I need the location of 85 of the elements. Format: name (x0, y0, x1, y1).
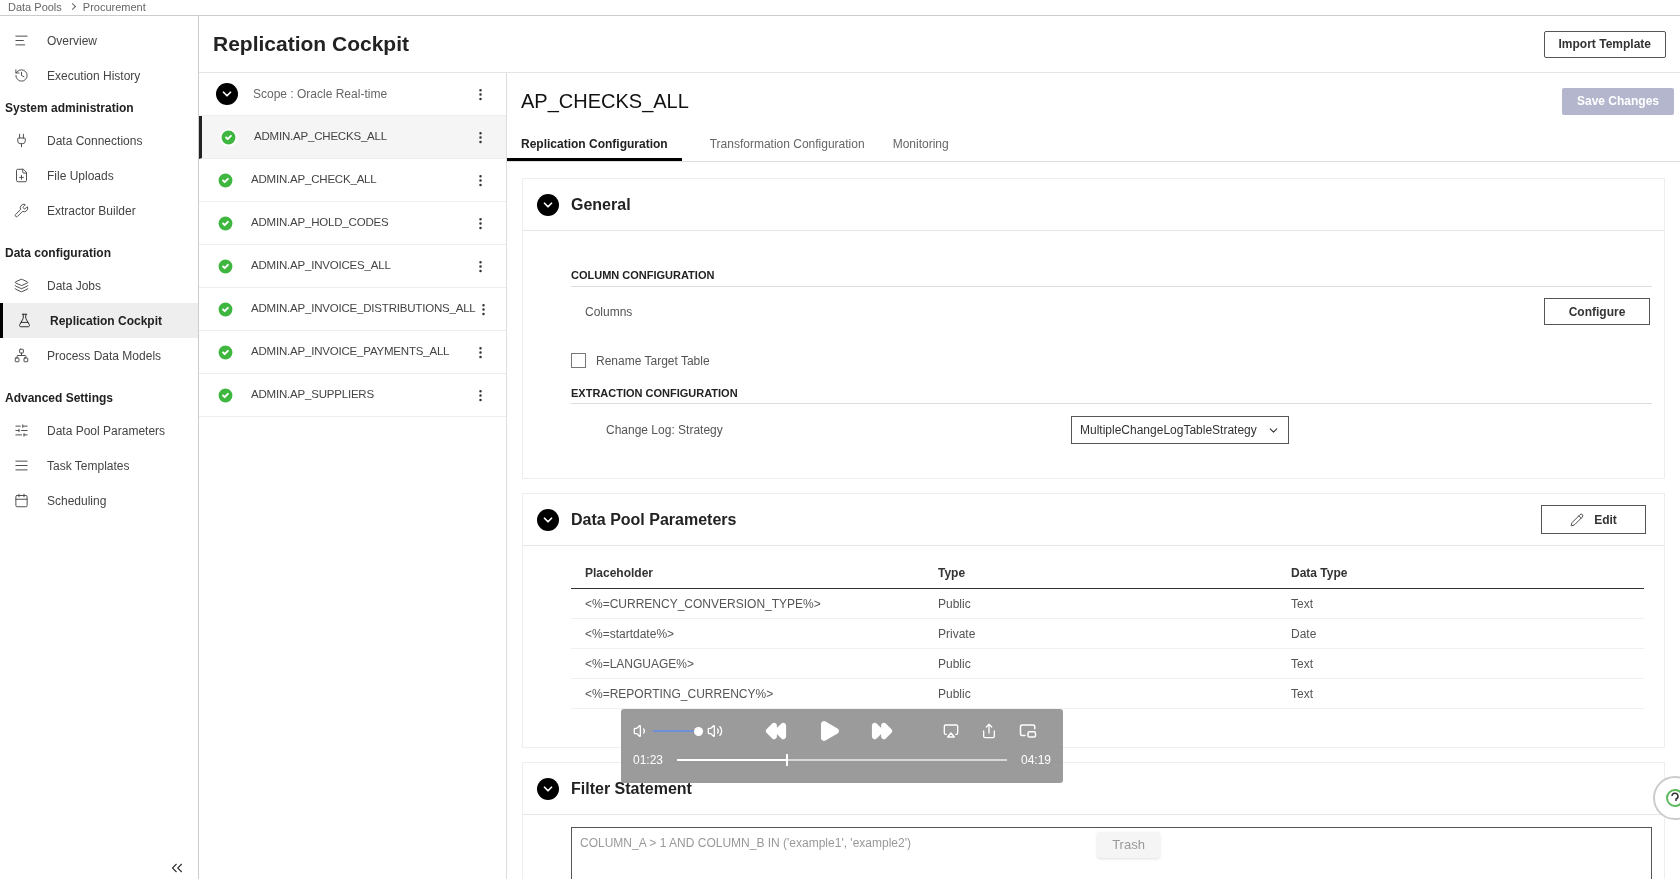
table-item[interactable]: ADMIN.AP_CHECKS_ALL (199, 116, 506, 159)
strategy-dropdown[interactable]: MultipleChangeLogTableStrategy (1071, 416, 1289, 444)
tab[interactable]: Monitoring (892, 129, 949, 161)
page-title: Replication Cockpit (213, 31, 410, 58)
group-heading: Advanced Settings (4, 390, 115, 407)
group-heading: System administration (4, 100, 135, 117)
progress-bar[interactable] (677, 754, 1007, 766)
column-header: Placeholder (585, 565, 655, 582)
group-heading: Data configuration (4, 245, 112, 262)
breadcrumb-link[interactable]: Data Pools (8, 1, 62, 14)
table-item[interactable]: ADMIN.AP_SUPPLIERS (199, 374, 506, 417)
pencil-icon (1570, 512, 1585, 527)
history-icon (14, 68, 29, 83)
collapse-toggle[interactable] (537, 193, 559, 216)
table-cell-text: Public (938, 685, 972, 703)
flask-icon (17, 313, 32, 328)
rewind-icon[interactable] (765, 720, 787, 742)
section-heading: COLUMN CONFIGURATION (571, 267, 1652, 287)
nav-item[interactable]: Extractor Builder (0, 193, 198, 228)
table-cell-text: Public (938, 595, 972, 613)
nav-item[interactable]: Data Jobs (0, 268, 198, 303)
collapse-toggle[interactable] (537, 777, 559, 800)
checkbox-label: Rename Target Table (596, 352, 710, 370)
edit-button[interactable]: Edit (1541, 505, 1646, 534)
section-title: Data Pool Parameters (571, 509, 737, 530)
file-plus-icon (14, 168, 29, 183)
configure-button[interactable]: Configure (1544, 298, 1650, 325)
table-item[interactable]: ADMIN.AP_INVOICE_DISTRIBUTIONS_ALL (199, 288, 506, 331)
share-icon[interactable] (981, 723, 997, 739)
table-cell-text: <%=LANGUAGE%> (585, 655, 696, 673)
table-cell-text: Private (938, 625, 977, 643)
collapse-toggle[interactable] (537, 508, 559, 531)
table-cell-text: Public (938, 655, 972, 673)
nav-item[interactable]: Overview (0, 23, 198, 58)
plug-icon (14, 133, 29, 148)
section-heading: EXTRACTION CONFIGURATION (571, 384, 1652, 404)
table-cell-text: Text (1291, 655, 1314, 673)
tab[interactable]: Transformation Configuration (709, 129, 865, 161)
picture-in-picture-icon[interactable] (1019, 722, 1037, 740)
nav-item[interactable]: Replication Cockpit (0, 303, 198, 338)
nav-item[interactable]: Execution History (0, 58, 198, 93)
table-item[interactable]: ADMIN.AP_CHECK_ALL (199, 159, 506, 202)
section-title: Filter Statement (571, 778, 692, 799)
tools-icon (14, 203, 29, 218)
layers-icon (14, 278, 29, 293)
table-item[interactable]: ADMIN.AP_INVOICE_PAYMENTS_ALL (199, 331, 506, 374)
help-icon (1665, 788, 1680, 808)
scope-label: Scope : Oracle Real-time (253, 86, 389, 103)
volume-slider[interactable] (653, 726, 703, 736)
nav-item[interactable]: Data Pool Parameters (0, 413, 198, 448)
column-header: Type (938, 565, 967, 582)
breadcrumb-link[interactable]: Procurement (82, 1, 146, 14)
nav-item[interactable]: File Uploads (0, 158, 198, 193)
collapse-toggle[interactable] (216, 83, 238, 105)
lines-icon (14, 458, 29, 473)
nav-item[interactable]: Process Data Models (0, 338, 198, 373)
import-template-button[interactable]: Import Template (1543, 30, 1666, 58)
volume-high-icon[interactable] (707, 723, 723, 739)
table-title: AP_CHECKS_ALL (521, 89, 689, 115)
nav-item[interactable]: Data Connections (0, 123, 198, 158)
nav-item[interactable]: Scheduling (0, 483, 198, 518)
table-cell-text: <%=startdate%> (585, 625, 676, 643)
tab[interactable]: Replication Configuration (507, 129, 682, 161)
table-cell-text: Text (1291, 685, 1314, 703)
total-time: 04:19 (1020, 752, 1051, 769)
current-time: 01:23 (633, 752, 664, 769)
tooltip: Trash (1097, 832, 1160, 858)
field-label: Columns (585, 303, 633, 321)
list-icon (14, 33, 29, 48)
table-cell-text: <%=CURRENCY_CONVERSION_TYPE%> (585, 595, 822, 613)
hierarchy-icon (14, 348, 29, 363)
table-cell-text: Date (1291, 625, 1318, 643)
nav-item[interactable]: Task Templates (0, 448, 198, 483)
column-header: Data Type (1291, 565, 1349, 582)
section-title: General (571, 194, 631, 215)
checkbox[interactable] (571, 353, 586, 368)
field-label: Change Log: Strategy (606, 422, 724, 439)
table-cell-text: Text (1291, 595, 1314, 613)
table-item[interactable]: ADMIN.AP_INVOICES_ALL (199, 245, 506, 288)
fast-forward-icon[interactable] (871, 720, 893, 742)
table-item[interactable]: ADMIN.AP_HOLD_CODES (199, 202, 506, 245)
calendar-icon (14, 493, 29, 508)
table-cell-text: <%=REPORTING_CURRENCY%> (585, 685, 775, 703)
sliders-icon (14, 423, 29, 438)
airplay-icon[interactable] (943, 723, 959, 739)
